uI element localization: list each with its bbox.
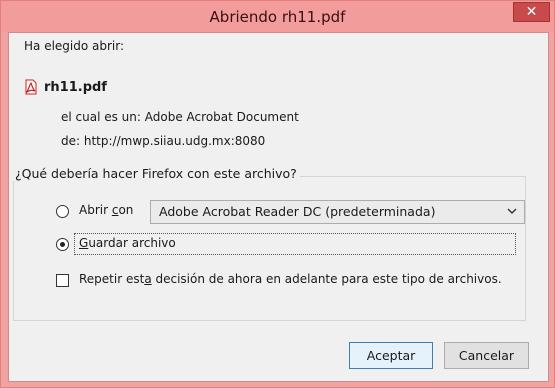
open-with-radio[interactable] bbox=[56, 205, 69, 218]
accept-button[interactable]: Aceptar bbox=[349, 342, 433, 369]
save-label-rest: uardar archivo bbox=[88, 236, 176, 250]
remember-label-rest: decisión de ahora en adelante para este … bbox=[151, 272, 502, 286]
remember-label-text: Repetir est bbox=[79, 272, 145, 286]
file-source-row: de: http://mwp.siiau.udg.mx:8080 bbox=[61, 134, 265, 148]
save-file-radio[interactable] bbox=[56, 238, 69, 251]
open-with-app-select[interactable]: Adobe Acrobat Reader DC (predeterminada) bbox=[150, 200, 525, 224]
file-source-value: http://mwp.siiau.udg.mx:8080 bbox=[83, 134, 266, 148]
chevron-down-icon bbox=[506, 205, 518, 217]
file-source-label: de: bbox=[61, 134, 81, 148]
remember-decision-label[interactable]: Repetir esta decisión de ahora en adelan… bbox=[79, 272, 502, 286]
remember-decision-checkbox[interactable] bbox=[56, 274, 69, 287]
file-type-label: el cual es un: bbox=[61, 110, 141, 124]
file-name: rh11.pdf bbox=[44, 79, 107, 95]
window-title: Abriendo rh11.pdf bbox=[209, 8, 346, 26]
file-row: rh11.pdf bbox=[24, 79, 107, 95]
save-file-label[interactable]: Guardar archivo bbox=[79, 236, 176, 250]
open-with-label-rest: on bbox=[118, 203, 134, 217]
radio-selected-dot bbox=[60, 242, 65, 247]
remember-accesskey: a bbox=[144, 272, 152, 286]
close-icon: ✕ bbox=[525, 4, 538, 20]
cancel-button[interactable]: Cancelar bbox=[444, 342, 529, 369]
open-with-label[interactable]: Abrir con bbox=[79, 203, 133, 217]
intro-label: Ha elegido abrir: bbox=[24, 39, 125, 53]
open-with-label-text: Abrir bbox=[79, 203, 112, 217]
close-button[interactable]: ✕ bbox=[513, 2, 550, 22]
pdf-file-icon bbox=[24, 79, 38, 95]
file-type-row: el cual es un: Adobe Acrobat Document bbox=[61, 110, 299, 124]
open-with-app-value: Adobe Acrobat Reader DC (predeterminada) bbox=[159, 204, 436, 219]
save-accesskey: G bbox=[79, 236, 89, 250]
action-group-legend: ¿Qué debería hacer Firefox con este arch… bbox=[13, 166, 300, 181]
title-bar[interactable]: Abriendo rh11.pdf ✕ bbox=[1, 1, 554, 32]
file-type-value: Adobe Acrobat Document bbox=[144, 110, 299, 124]
